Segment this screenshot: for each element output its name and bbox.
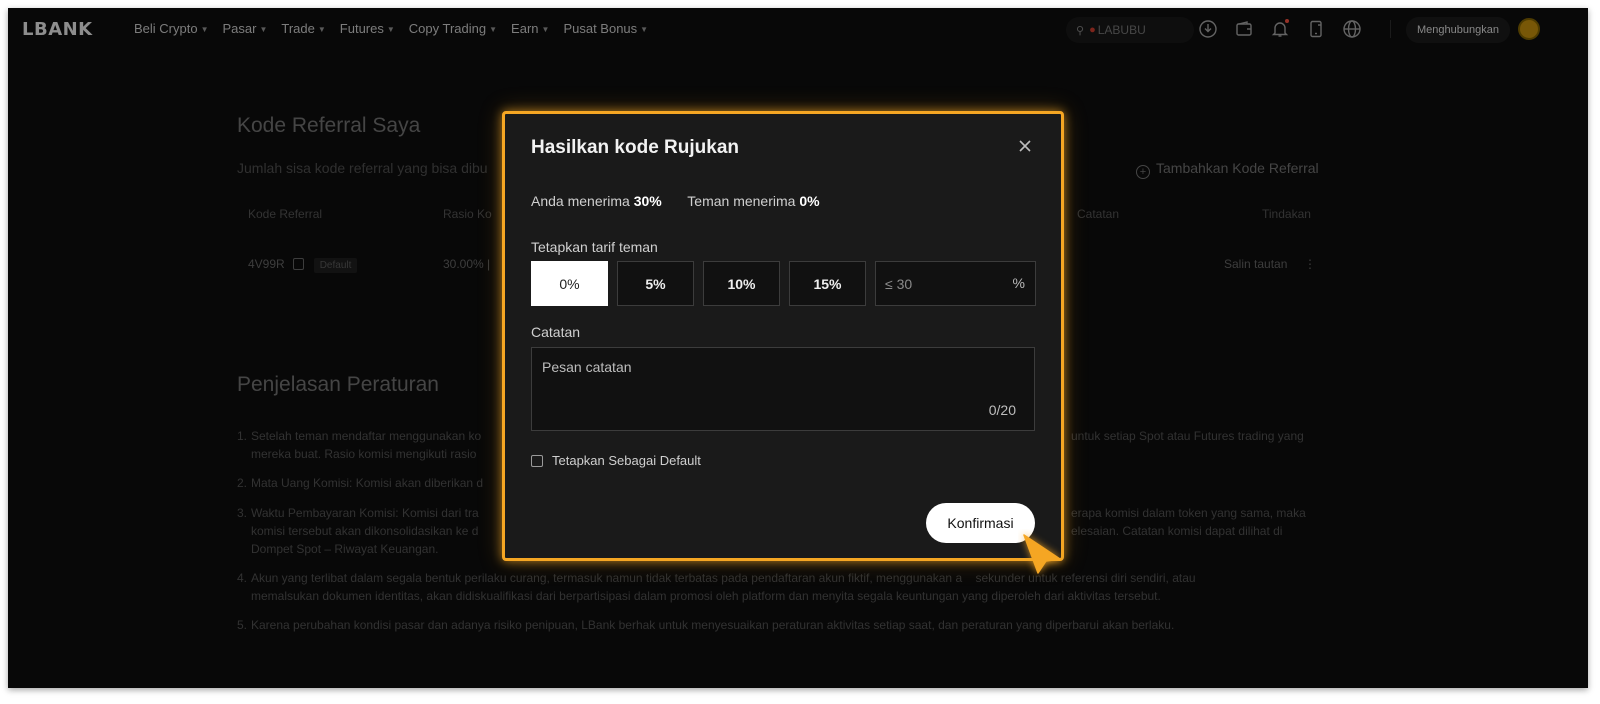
percent-unit: % xyxy=(1012,275,1025,291)
custom-rate-placeholder: ≤ 30 xyxy=(885,275,913,292)
friend-receive-label: Teman menerima xyxy=(687,193,796,209)
set-default-checkbox[interactable] xyxy=(531,454,543,467)
generate-referral-modal: Hasilkan kode Rujukan Anda menerima 30% … xyxy=(502,111,1064,561)
app-window: LBANK Beli Crypto ▼ Pasar ▼ Trade ▼ Futures… xyxy=(8,8,1588,688)
rate-option-10[interactable]: 10% xyxy=(703,261,780,306)
set-default-label: Tetapkan Sebagai Default xyxy=(552,453,701,468)
rate-option-5[interactable]: 5% xyxy=(617,261,694,306)
rate-option-15[interactable]: 15% xyxy=(789,261,866,306)
custom-rate-input[interactable]: ≤ 30 % xyxy=(875,261,1036,306)
close-icon[interactable] xyxy=(1017,138,1033,154)
modal-title: Hasilkan kode Rujukan xyxy=(531,137,740,158)
you-receive-label: Anda menerima xyxy=(531,193,630,209)
note-char-counter: 0/20 xyxy=(988,402,1016,418)
set-default-option[interactable]: Tetapkan Sebagai Default xyxy=(531,453,701,468)
pointer-cursor-icon xyxy=(1023,534,1061,574)
rate-label: Tetapkan tarif teman xyxy=(531,239,658,255)
rate-option-0[interactable]: 0% xyxy=(531,261,608,306)
rate-options: 0% 5% 10% 15% ≤ 30 % xyxy=(531,261,1036,306)
you-receive-value: 30% xyxy=(633,193,662,209)
note-label: Catatan xyxy=(531,324,581,340)
friend-receive-value: 0% xyxy=(799,193,820,209)
note-textarea[interactable]: Pesan catatan 0/20 xyxy=(531,347,1035,431)
commission-split: Anda menerima 30% Teman menerima 0% xyxy=(531,193,820,209)
note-placeholder: Pesan catatan xyxy=(542,359,632,375)
